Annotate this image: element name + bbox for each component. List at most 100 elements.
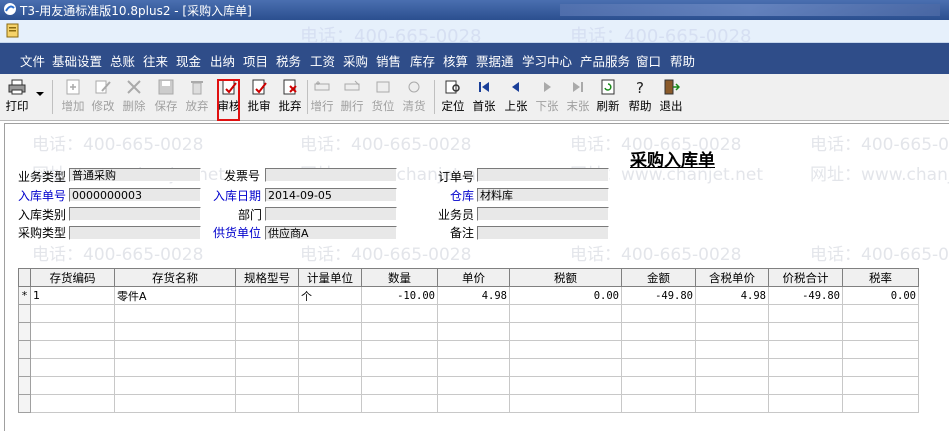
cell-spec[interactable] xyxy=(235,286,299,305)
col-header-total[interactable]: 价税合计 xyxy=(768,268,843,287)
help-button[interactable]: ? 帮助 xyxy=(627,78,653,116)
empty-cell[interactable] xyxy=(768,322,843,341)
add-row-button[interactable]: 增行 xyxy=(309,78,335,116)
empty-cell[interactable] xyxy=(509,304,622,323)
menu-basic-settings[interactable]: 基础设置 xyxy=(52,51,102,70)
empty-cell[interactable] xyxy=(437,394,510,413)
empty-cell[interactable] xyxy=(437,376,510,395)
col-header-qty[interactable]: 数量 xyxy=(361,268,438,287)
empty-cell[interactable] xyxy=(768,304,843,323)
col-header-code[interactable]: 存货编码 xyxy=(30,268,115,287)
empty-cell[interactable] xyxy=(621,340,696,359)
empty-cell[interactable] xyxy=(114,358,236,377)
empty-cell[interactable] xyxy=(30,358,115,377)
menu-salary[interactable]: 工资 xyxy=(310,51,335,70)
delete-row-button[interactable]: 删行 xyxy=(339,78,365,116)
empty-cell[interactable] xyxy=(30,340,115,359)
empty-cell[interactable] xyxy=(509,358,622,377)
menu-inventory[interactable]: 库存 xyxy=(410,51,435,70)
abandon-button[interactable]: 放弃 xyxy=(184,78,210,116)
empty-cell[interactable] xyxy=(695,376,769,395)
empty-cell[interactable] xyxy=(361,304,438,323)
print-dropdown[interactable] xyxy=(33,78,47,116)
menu-cash[interactable]: 现金 xyxy=(176,51,201,70)
empty-cell[interactable] xyxy=(298,376,362,395)
table-row[interactable] xyxy=(18,394,919,413)
print-button[interactable]: 打印 xyxy=(3,78,31,116)
menu-services[interactable]: 产品服务 xyxy=(580,51,630,70)
empty-cell[interactable] xyxy=(842,358,919,377)
last-button[interactable]: 末张 xyxy=(565,78,591,116)
empty-cell[interactable] xyxy=(298,322,362,341)
empty-cell[interactable] xyxy=(235,358,299,377)
cell-unit[interactable]: 个 xyxy=(298,286,362,305)
menu-sales[interactable]: 销售 xyxy=(376,51,401,70)
cell-tax-price[interactable]: 4.98 xyxy=(695,286,769,305)
exit-button[interactable]: 退出 xyxy=(658,78,684,116)
order-no-field[interactable] xyxy=(477,168,609,182)
empty-cell[interactable] xyxy=(437,304,510,323)
empty-cell[interactable] xyxy=(114,304,236,323)
empty-cell[interactable] xyxy=(361,394,438,413)
cell-code[interactable]: 1 xyxy=(30,286,115,305)
empty-cell[interactable] xyxy=(437,358,510,377)
receipt-category-field[interactable] xyxy=(69,207,201,221)
salesperson-field[interactable] xyxy=(477,207,609,221)
menu-cashier[interactable]: 出纳 xyxy=(210,51,235,70)
empty-cell[interactable] xyxy=(768,340,843,359)
batch-abandon-button[interactable]: 批弃 xyxy=(277,78,303,116)
table-row[interactable] xyxy=(18,340,919,359)
empty-cell[interactable] xyxy=(695,340,769,359)
empty-cell[interactable] xyxy=(621,322,696,341)
cell-amount[interactable]: -49.80 xyxy=(621,286,696,305)
menu-window[interactable]: 窗口 xyxy=(636,51,661,70)
empty-cell[interactable] xyxy=(30,376,115,395)
document-icon[interactable] xyxy=(6,23,20,38)
empty-cell[interactable] xyxy=(114,340,236,359)
menu-costing[interactable]: 核算 xyxy=(443,51,468,70)
empty-cell[interactable] xyxy=(509,376,622,395)
empty-cell[interactable] xyxy=(842,340,919,359)
col-header-tax-price[interactable]: 含税单价 xyxy=(695,268,769,287)
warehouse-field[interactable]: 材料库 xyxy=(477,188,609,202)
empty-cell[interactable] xyxy=(509,322,622,341)
empty-cell[interactable] xyxy=(621,376,696,395)
empty-cell[interactable] xyxy=(509,394,622,413)
empty-cell[interactable] xyxy=(361,322,438,341)
col-header-unit[interactable]: 计量单位 xyxy=(298,268,362,287)
add-button[interactable]: 增加 xyxy=(60,78,86,116)
menu-help[interactable]: 帮助 xyxy=(670,51,695,70)
remark-field[interactable] xyxy=(477,226,609,240)
empty-cell[interactable] xyxy=(437,340,510,359)
menu-learning[interactable]: 学习中心 xyxy=(522,51,572,70)
col-header-spec[interactable]: 规格型号 xyxy=(235,268,299,287)
empty-cell[interactable] xyxy=(842,304,919,323)
empty-cell[interactable] xyxy=(842,322,919,341)
empty-cell[interactable] xyxy=(361,340,438,359)
department-field[interactable] xyxy=(265,207,397,221)
cell-name[interactable]: 零件A xyxy=(114,286,236,305)
menu-ledger[interactable]: 总账 xyxy=(110,51,135,70)
table-row[interactable] xyxy=(18,322,919,341)
empty-cell[interactable] xyxy=(298,394,362,413)
receipt-no-field[interactable]: 0000000003 xyxy=(69,188,201,202)
modify-button[interactable]: 修改 xyxy=(90,78,116,116)
batch-audit-button[interactable]: 批审 xyxy=(246,78,272,116)
menu-bill[interactable]: 票据通 xyxy=(476,51,514,70)
empty-cell[interactable] xyxy=(842,376,919,395)
empty-cell[interactable] xyxy=(235,304,299,323)
empty-cell[interactable] xyxy=(768,376,843,395)
refresh-button[interactable]: 刷新 xyxy=(595,78,621,116)
menu-file[interactable]: 文件 xyxy=(20,51,45,70)
locate-button[interactable]: 定位 xyxy=(440,78,466,116)
purchase-type-field[interactable] xyxy=(69,226,201,240)
business-type-field[interactable]: 普通采购 xyxy=(69,168,201,182)
stock-position-button[interactable]: 货位 xyxy=(370,78,396,116)
table-row[interactable] xyxy=(18,304,919,323)
empty-cell[interactable] xyxy=(695,394,769,413)
empty-cell[interactable] xyxy=(235,340,299,359)
empty-cell[interactable] xyxy=(695,322,769,341)
empty-cell[interactable] xyxy=(695,358,769,377)
empty-cell[interactable] xyxy=(621,304,696,323)
prev-button[interactable]: 上张 xyxy=(503,78,529,116)
